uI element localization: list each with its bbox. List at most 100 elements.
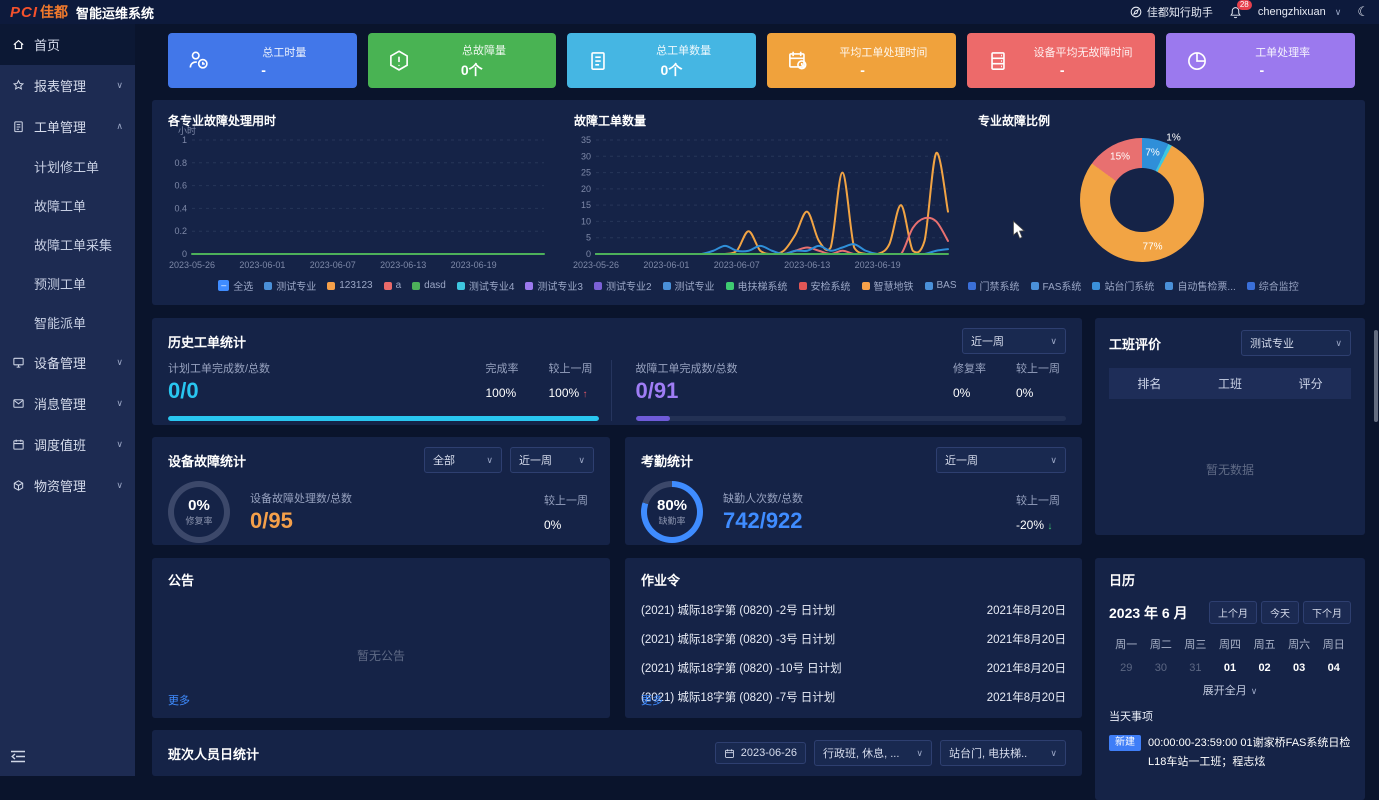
- event-status-badge: 新建: [1109, 735, 1141, 751]
- rate-value: 0%: [953, 386, 986, 400]
- column-rank: 排名: [1109, 375, 1190, 392]
- donut-slice-label: 15%: [1110, 151, 1130, 162]
- device-fault-scope-dropdown[interactable]: 全部: [424, 447, 502, 473]
- planned-workorder-metric: 计划工单完成数/总数 0/0 完成率100% 较上一周100% ↑: [168, 360, 599, 421]
- work-order-row[interactable]: (2021) 城际18字第 (0820) -2号 日计划 2021年8月20日: [641, 602, 1066, 618]
- legend-item[interactable]: 门禁系统: [968, 278, 1020, 293]
- legend-item[interactable]: FAS系统: [1031, 278, 1082, 293]
- app-logo: PCI 佳都: [10, 2, 68, 22]
- shift-date-picker[interactable]: 2023-06-26: [715, 742, 806, 764]
- device-fault-range-dropdown[interactable]: 近一周: [510, 447, 594, 473]
- calendar-day[interactable]: 04: [1316, 662, 1351, 674]
- legend-item[interactable]: BAS: [925, 280, 957, 291]
- legend-item[interactable]: 测试专业: [264, 278, 316, 293]
- stat-card-value: -: [1060, 62, 1065, 78]
- sidebar-item-label: 消息管理: [34, 394, 103, 413]
- svg-text:小时: 小时: [178, 126, 196, 136]
- legend-color-dot: [968, 282, 976, 290]
- shift-system-dropdown[interactable]: 站台门, 电扶梯..: [940, 740, 1066, 766]
- history-range-dropdown[interactable]: 近一周: [962, 328, 1066, 354]
- sidebar-subitem-planned-workorder[interactable]: 计划修工单: [0, 147, 135, 186]
- sidebar-item-label: 工单管理: [34, 117, 103, 136]
- sidebar-collapse-button[interactable]: [10, 750, 26, 768]
- work-order-title: (2021) 城际18字第 (0820) -10号 日计划: [641, 660, 842, 676]
- work-order-list: (2021) 城际18字第 (0820) -2号 日计划 2021年8月20日 …: [641, 602, 1066, 705]
- wow-value: 0%: [544, 518, 588, 532]
- work-order-more-link[interactable]: 更多: [641, 692, 663, 708]
- planned-workorder-value: 0/0: [168, 378, 270, 404]
- calendar-day[interactable]: 02: [1247, 662, 1282, 674]
- weekday-label: 周一: [1109, 636, 1144, 652]
- team-rating-filter-dropdown[interactable]: 测试专业: [1241, 330, 1351, 356]
- repair-rate-gauge: 0% 修复率: [168, 481, 230, 543]
- dark-mode-toggle[interactable]: ☾: [1357, 4, 1369, 20]
- scrollbar-thumb[interactable]: [1374, 330, 1378, 422]
- calendar-day[interactable]: 30: [1144, 662, 1179, 674]
- calendar-event[interactable]: 新建 00:00:00-23:59:00 01谢家桥FAS系统日检 L18车站一…: [1109, 734, 1351, 771]
- event-line2: L18车站一工班；程志炫: [1148, 756, 1265, 768]
- sidebar-item-messages[interactable]: 消息管理: [0, 383, 135, 424]
- legend-item[interactable]: 自动售检票...: [1165, 278, 1235, 293]
- sidebar-item-devices[interactable]: 设备管理: [0, 342, 135, 383]
- legend-label: 测试专业3: [537, 278, 583, 293]
- legend-item[interactable]: 测试专业4: [457, 278, 515, 293]
- prev-month-button[interactable]: 上个月: [1209, 601, 1257, 624]
- panel-title: 考勤统计: [641, 451, 693, 470]
- attendance-range-dropdown[interactable]: 近一周: [936, 447, 1066, 473]
- legend-item[interactable]: 电扶梯系统: [726, 278, 788, 293]
- legend-select-all[interactable]: 全选: [218, 278, 253, 293]
- calendar-day[interactable]: 29: [1109, 662, 1144, 674]
- notice-more-link[interactable]: 更多: [168, 692, 190, 708]
- legend-color-dot: [264, 282, 272, 290]
- legend-item[interactable]: 测试专业2: [594, 278, 652, 293]
- sidebar-item-home[interactable]: 首页: [0, 24, 135, 65]
- svg-text:2023-06-19: 2023-06-19: [855, 260, 901, 270]
- user-menu[interactable]: chengzhixuan: [1258, 6, 1341, 18]
- next-month-button[interactable]: 下个月: [1303, 601, 1351, 624]
- expand-month-button[interactable]: 展开全月: [1109, 682, 1351, 698]
- work-order-row[interactable]: (2021) 城际18字第 (0820) -7号 日计划 2021年8月20日: [641, 689, 1066, 705]
- trend-up-icon: ↑: [583, 389, 588, 400]
- legend-item[interactable]: 综合监控: [1247, 278, 1299, 293]
- sidebar-subitem-predict-workorder[interactable]: 预测工单: [0, 264, 135, 303]
- legend-item[interactable]: dasd: [412, 280, 446, 291]
- stat-card: 总故障量 0个: [368, 33, 557, 88]
- legend-label: 测试专业: [675, 278, 715, 293]
- column-score: 评分: [1270, 375, 1351, 392]
- sidebar-subitem-smart-dispatch[interactable]: 智能派单: [0, 303, 135, 342]
- calendar-day[interactable]: 03: [1282, 662, 1317, 674]
- gauge-value: 80%: [657, 497, 687, 514]
- work-order-row[interactable]: (2021) 城际18字第 (0820) -3号 日计划 2021年8月20日: [641, 631, 1066, 647]
- team-rating-table-header: 排名 工班 评分: [1109, 368, 1351, 399]
- svg-text:2023-05-26: 2023-05-26: [169, 260, 215, 270]
- calendar-day[interactable]: 01: [1213, 662, 1248, 674]
- legend-item[interactable]: 测试专业3: [525, 278, 583, 293]
- work-order-row[interactable]: (2021) 城际18字第 (0820) -10号 日计划 2021年8月20日: [641, 660, 1066, 676]
- shift-type-dropdown[interactable]: 行政班, 休息, ...: [814, 740, 932, 766]
- legend-item[interactable]: a: [384, 280, 402, 291]
- legend-item[interactable]: 站台门系统: [1092, 278, 1154, 293]
- wow-label: 较上一周: [549, 363, 593, 375]
- stat-card-label: 设备平均无故障时间: [1034, 44, 1133, 60]
- wow-label: 较上一周: [1016, 363, 1060, 375]
- column-team: 工班: [1190, 375, 1271, 392]
- sidebar-subitem-fault-collection[interactable]: 故障工单采集: [0, 225, 135, 264]
- legend-color-dot: [663, 282, 671, 290]
- sidebar-item-workorders[interactable]: 工单管理: [0, 106, 135, 147]
- today-button[interactable]: 今天: [1261, 601, 1299, 624]
- assistant-button[interactable]: 佳都知行助手: [1130, 4, 1213, 20]
- notifications-button[interactable]: 28: [1229, 6, 1242, 19]
- svg-text:0.2: 0.2: [174, 226, 187, 236]
- metric-label: 设备故障处理数/总数: [250, 490, 352, 506]
- legend-item[interactable]: 智慧地铁: [862, 278, 914, 293]
- calendar-day[interactable]: 31: [1178, 662, 1213, 674]
- sidebar-item-reports[interactable]: 报表管理: [0, 65, 135, 106]
- device-icon: [12, 356, 25, 369]
- legend-item[interactable]: 安检系统: [799, 278, 851, 293]
- sidebar-item-dispatch-duty[interactable]: 调度值班: [0, 424, 135, 465]
- legend-item[interactable]: 测试专业: [663, 278, 715, 293]
- legend-color-dot: [1247, 282, 1255, 290]
- sidebar-item-materials[interactable]: 物资管理: [0, 465, 135, 506]
- sidebar-subitem-fault-workorder[interactable]: 故障工单: [0, 186, 135, 225]
- legend-item[interactable]: 123123: [327, 280, 372, 291]
